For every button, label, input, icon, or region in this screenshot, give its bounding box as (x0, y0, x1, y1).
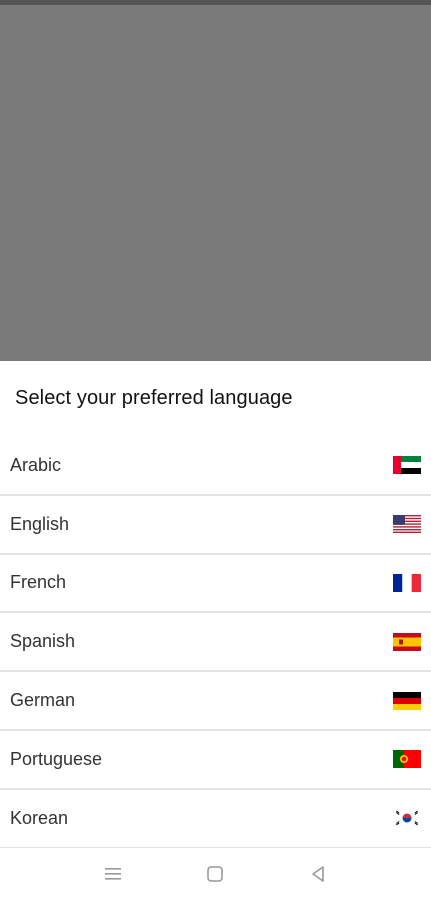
spain-flag-icon (393, 632, 421, 651)
france-flag-icon (393, 573, 421, 592)
home-icon[interactable] (203, 862, 227, 886)
language-label: Arabic (10, 454, 62, 475)
germany-flag-icon (393, 691, 421, 710)
sheet-title: Select your preferred language (15, 387, 293, 409)
language-label: Korean (10, 807, 69, 828)
menu-icon[interactable] (101, 862, 125, 886)
uae-flag-icon (393, 456, 421, 475)
portugal-flag-icon (393, 750, 421, 769)
language-label: English (10, 513, 70, 534)
language-item-portuguese[interactable]: Portuguese (0, 731, 431, 790)
usa-flag-icon (393, 515, 421, 534)
korea-flag-icon (393, 809, 421, 828)
language-list: Arabic English French Spanish German Por… (0, 437, 431, 849)
language-item-spanish[interactable]: Spanish (0, 613, 431, 673)
language-bottom-sheet: Select your preferred language Arabic En… (0, 361, 431, 849)
dim-overlay[interactable] (0, 5, 431, 361)
back-icon[interactable] (306, 862, 330, 886)
language-label: German (10, 690, 76, 711)
language-item-french[interactable]: French (0, 555, 431, 614)
language-item-arabic[interactable]: Arabic (0, 437, 431, 496)
language-label: Portuguese (10, 748, 103, 769)
language-item-english[interactable]: English (0, 496, 431, 555)
language-item-korean[interactable]: Korean (0, 790, 431, 849)
system-navigation-bar (0, 848, 431, 900)
language-label: Spanish (10, 631, 76, 652)
language-item-german[interactable]: German (0, 672, 431, 731)
language-label: French (10, 572, 67, 593)
